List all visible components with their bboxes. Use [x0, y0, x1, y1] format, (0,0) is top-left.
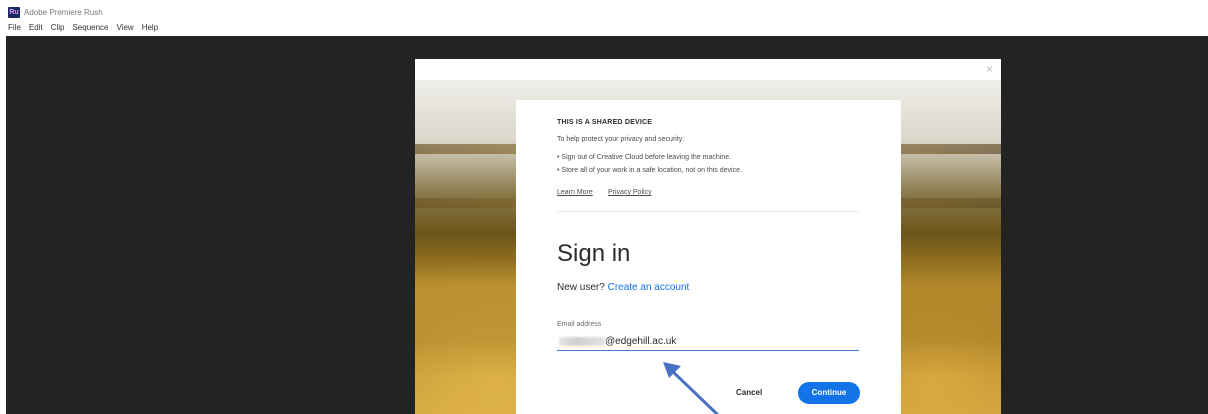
menu-bar: File Edit Clip Sequence View Help	[8, 22, 158, 34]
window-title: Adobe Premiere Rush	[24, 8, 103, 17]
new-user-row: New user? Create an account	[557, 281, 689, 294]
close-icon[interactable]: ×	[986, 62, 993, 76]
notice-bullet: • Store all of your work in a safe locat…	[557, 167, 742, 174]
shared-device-intro: To help protect your privacy and securit…	[557, 136, 685, 143]
email-label: Email address	[557, 321, 602, 328]
menu-view[interactable]: View	[117, 22, 134, 34]
premiere-rush-logo-icon: Ru	[8, 7, 20, 18]
learn-more-link[interactable]: Learn More	[557, 189, 593, 196]
menu-sequence[interactable]: Sequence	[72, 22, 108, 34]
cancel-button[interactable]: Cancel	[736, 388, 762, 397]
new-user-prompt: New user?	[557, 282, 605, 293]
menu-file[interactable]: File	[8, 22, 21, 34]
menu-help[interactable]: Help	[142, 22, 158, 34]
email-domain-text: @edgehill.ac.uk	[605, 335, 677, 347]
divider	[557, 211, 859, 212]
shared-device-heading: THIS IS A SHARED DEVICE	[557, 119, 653, 126]
privacy-policy-link[interactable]: Privacy Policy	[608, 189, 652, 196]
menu-edit[interactable]: Edit	[29, 22, 43, 34]
notice-bullet: • Sign out of Creative Cloud before leav…	[557, 154, 732, 161]
menu-clip[interactable]: Clip	[51, 22, 65, 34]
title-bar: Ru Adobe Premiere Rush	[0, 0, 1208, 20]
continue-button[interactable]: Continue	[798, 382, 860, 404]
email-field[interactable]: @edgehill.ac.uk	[557, 332, 859, 351]
annotation-arrow-icon	[663, 362, 719, 414]
redacted-username	[559, 336, 605, 346]
create-account-link[interactable]: Create an account	[608, 282, 690, 293]
signin-title: Sign in	[557, 240, 631, 267]
